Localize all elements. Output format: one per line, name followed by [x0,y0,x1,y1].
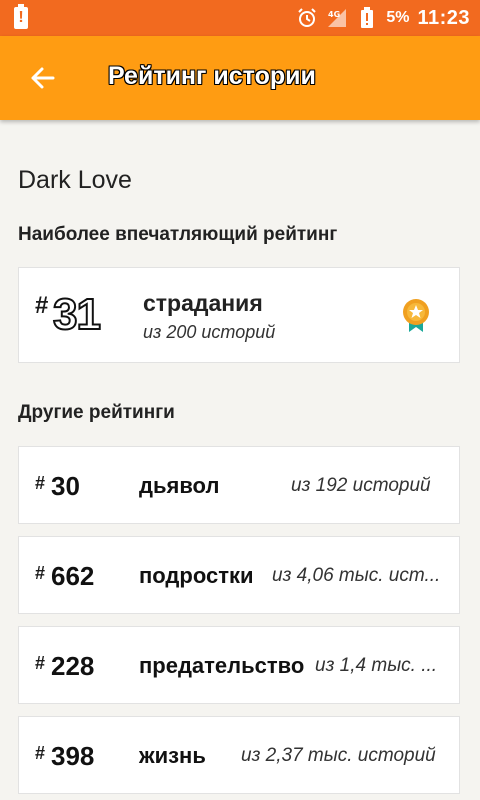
rank-card[interactable]: # 662 подростки из 4,06 тыс. ист... [18,536,460,614]
alarm-icon [296,7,318,29]
rank-number: 30 [51,471,80,501]
rank-card[interactable]: # 30 дьявол из 192 историй [18,446,460,524]
rank-hash: # [35,653,46,673]
rank-number: 228 [51,651,95,681]
tag-story-count: из 2,37 тыс. историй [241,745,436,766]
medal-icon [401,298,431,334]
other-section-heading: Другие рейтинги [18,402,175,423]
battery-alert-icon: ! [14,4,28,29]
tag-name: предательство [139,653,305,678]
tag-story-count: из 192 историй [291,475,431,496]
rank-number: 398 [51,741,95,771]
story-title: Dark Love [18,166,132,194]
tag-name: дьявол [139,473,220,498]
status-bar: ! 4G 5% 11:23 [0,0,480,36]
rank-number: 662 [51,561,95,591]
featured-rank-card[interactable]: # 31 страдания из 200 историй [18,267,460,363]
rank-hash: # [35,292,49,319]
rank-card[interactable]: # 228 предательство из 1,4 тыс. ... [18,626,460,704]
signal-4g-icon: 4G [326,7,348,29]
tag-story-count: из 200 историй [143,322,276,342]
battery-low-icon [356,7,378,29]
tag-story-count: из 4,06 тыс. ист... [272,565,441,586]
back-button[interactable] [22,58,62,98]
clock-time: 11:23 [417,6,470,29]
rank-hash: # [35,473,46,493]
svg-text:4G: 4G [328,10,340,19]
tag-story-count: из 1,4 тыс. ... [315,655,438,676]
tag-name: страдания [143,290,263,316]
rank-hash: # [35,743,46,763]
featured-section-heading: Наиболее впечатляющий рейтинг [18,224,338,245]
app-bar: Рейтинг истории [0,36,480,120]
tag-name: подростки [139,563,254,588]
tag-name: жизнь [139,743,206,768]
battery-percent: 5% [386,9,410,26]
rank-hash: # [35,563,46,583]
page-title: Рейтинг истории [108,62,316,90]
rank-card[interactable]: # 398 жизнь из 2,37 тыс. историй [18,716,460,794]
rank-number: 31 [52,289,102,340]
arrow-left-icon [31,67,55,89]
